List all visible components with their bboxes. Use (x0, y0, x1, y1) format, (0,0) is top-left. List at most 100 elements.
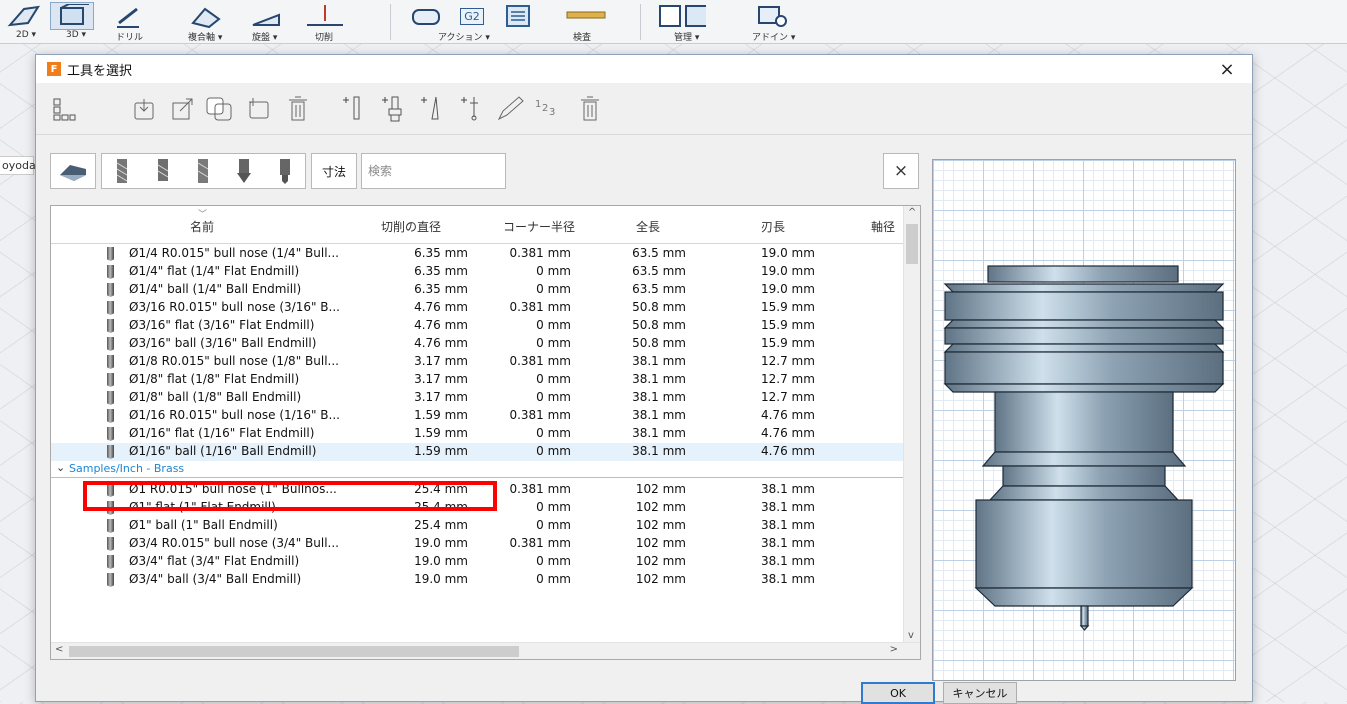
table-row[interactable]: Ø1 R0.015" bull nose (1" Bullnos... 25.4 … (51, 481, 904, 499)
vertical-scrollbar[interactable]: ^ v (903, 206, 920, 643)
search-input[interactable] (361, 153, 506, 189)
ok-button[interactable]: OK (861, 682, 935, 704)
scroll-down-icon[interactable]: v (908, 630, 914, 641)
new-mill-tool-icon[interactable] (336, 91, 372, 127)
new-turning-tool-icon[interactable] (414, 91, 450, 127)
chamfer-mill-icon[interactable] (236, 157, 252, 185)
lathe-icon[interactable] (246, 2, 286, 30)
dialog-titlebar[interactable]: F 工具を選択 × (36, 55, 1252, 83)
table-row[interactable]: Ø1/4" flat (1/4" Flat Endmill) 6.35 mm 0 m… (51, 263, 904, 281)
table-row[interactable]: Ø3/4" flat (3/4" Flat Endmill) 19.0 mm 0 m… (51, 553, 904, 571)
cell-overall: 38.1 mm (632, 426, 686, 440)
addins-icon[interactable] (750, 2, 794, 30)
library-view-icon[interactable] (46, 91, 82, 127)
library-group-row[interactable]: ⌄ Samples/Inch - Brass (51, 461, 904, 478)
column-header-corner-radius[interactable]: コーナー半径 (503, 218, 575, 235)
column-header-name[interactable]: 名前 (190, 218, 214, 235)
cell-name: Ø1/4 R0.015" bull nose (1/4" Bull... (129, 246, 339, 260)
holder-filter-button[interactable] (50, 153, 96, 189)
delete-library-icon[interactable] (280, 91, 316, 127)
ribbon-label-2d[interactable]: 2D ▾ (16, 30, 36, 40)
ribbon-label-cutting[interactable]: 切削 (315, 30, 333, 43)
ribbon-label-addins[interactable]: アドイン ▾ (752, 30, 795, 43)
endmill-icon (107, 427, 114, 441)
delete-tool-icon[interactable] (572, 91, 608, 127)
table-row[interactable]: Ø1/8 R0.015" bull nose (1/8" Bull... 3.17… (51, 353, 904, 371)
cell-corner: 0 mm (536, 518, 571, 532)
bull-nose-endmill-icon[interactable] (195, 157, 211, 185)
drill-tool-icon[interactable] (277, 157, 293, 185)
endmill-icon (107, 337, 114, 351)
table-row[interactable]: Ø3/4" ball (3/4" Ball Endmill) 19.0 mm 0 m… (51, 571, 904, 589)
actions-icon[interactable] (408, 2, 444, 30)
tool-type-filter[interactable] (101, 153, 306, 189)
table-row[interactable]: Ø3/4 R0.015" bull nose (3/4" Bull... 19.0… (51, 535, 904, 553)
table-row[interactable]: Ø1" ball (1" Ball Endmill) 25.4 mm 0 mm 102… (51, 517, 904, 535)
column-header-flute-length[interactable]: 刃長 (761, 218, 785, 235)
2d-icon[interactable] (4, 2, 44, 30)
tool-preview[interactable] (932, 159, 1236, 681)
cell-diameter: 19.0 mm (414, 554, 468, 568)
renumber-icon[interactable]: 123 (530, 91, 566, 127)
export-icon[interactable] (164, 91, 200, 127)
table-rows: Ø1/4 R0.015" bull nose (1/4" Bull... 6.35… (51, 245, 904, 643)
cancel-button[interactable]: キャンセル (943, 682, 1017, 704)
scroll-up-icon[interactable]: ^ (908, 207, 916, 218)
ribbon-label-manage[interactable]: 管理 ▾ (674, 30, 699, 43)
ribbon-label-3d[interactable]: 3D ▾ (66, 30, 86, 40)
dimension-filter-button[interactable]: 寸法 (311, 153, 357, 189)
vertical-scroll-thumb[interactable] (906, 224, 918, 264)
table-row[interactable]: Ø1" flat (1" Flat Endmill) 25.4 mm 0 mm 102… (51, 499, 904, 517)
new-library-icon[interactable] (242, 91, 278, 127)
ribbon-label-actions[interactable]: アクション ▾ (438, 30, 490, 43)
table-row[interactable]: Ø1/16 R0.015" bull nose (1/16" B... 1.59 … (51, 407, 904, 425)
cell-name: Ø3/4" ball (3/4" Ball Endmill) (129, 572, 302, 586)
ribbon-label-multiaxis[interactable]: 複合軸 ▾ (188, 30, 222, 43)
ribbon-label-drill[interactable]: ドリル (116, 30, 143, 43)
table-row[interactable]: Ø3/16" ball (3/16" Ball Endmill) 4.76 mm 0… (51, 335, 904, 353)
list-icon[interactable] (500, 2, 536, 30)
ball-endmill-icon[interactable] (155, 157, 171, 185)
scroll-left-icon[interactable]: < (55, 644, 63, 655)
inspect-icon[interactable] (556, 2, 616, 30)
endmill-icon (107, 519, 114, 533)
new-holder-icon[interactable] (376, 91, 412, 127)
horizontal-scroll-thumb[interactable] (69, 646, 519, 657)
clear-filter-button[interactable]: × (883, 153, 919, 189)
endmill-icon (107, 301, 114, 315)
table-row[interactable]: Ø3/16 R0.015" bull nose (3/16" B... 4.76 … (51, 299, 904, 317)
column-header-overall-length[interactable]: 全長 (636, 218, 660, 235)
cell-corner: 0.381 mm (509, 536, 571, 550)
cell-diameter: 19.0 mm (414, 536, 468, 550)
cutting-icon[interactable] (300, 2, 350, 30)
new-probe-icon[interactable] (454, 91, 490, 127)
collapse-chevron-icon[interactable]: ⌄ (56, 461, 65, 474)
table-row[interactable]: Ø1/16" ball (1/16" Ball Endmill) 1.59 mm 0… (51, 443, 904, 461)
table-row[interactable]: Ø1/4" ball (1/4" Ball Endmill) 6.35 mm 0 m… (51, 281, 904, 299)
import-icon[interactable] (126, 91, 162, 127)
endmill-icon (107, 373, 114, 387)
drill-icon[interactable] (108, 2, 148, 30)
cell-corner: 0.381 mm (509, 482, 571, 496)
3d-icon[interactable] (50, 2, 94, 30)
column-header-shaft-diameter[interactable]: 軸径 (871, 218, 899, 235)
edit-tool-icon[interactable] (492, 91, 528, 127)
column-header-diameter[interactable]: 切削の直径 (381, 218, 441, 235)
manage-icon[interactable] (656, 2, 706, 30)
g2-badge[interactable]: G2 (454, 2, 490, 30)
ribbon-label-inspect[interactable]: 検査 (573, 30, 591, 43)
multiaxis-icon[interactable] (186, 2, 226, 30)
close-button[interactable]: × (1216, 58, 1238, 80)
flat-endmill-icon[interactable] (114, 157, 130, 185)
table-row[interactable]: Ø1/4 R0.015" bull nose (1/4" Bull... 6.35… (51, 245, 904, 263)
copy-library-icon[interactable] (202, 91, 238, 127)
cell-diameter: 4.76 mm (414, 318, 468, 332)
table-row[interactable]: Ø3/16" flat (3/16" Flat Endmill) 4.76 mm 0… (51, 317, 904, 335)
table-row[interactable]: Ø1/8" ball (1/8" Ball Endmill) 3.17 mm 0 m… (51, 389, 904, 407)
ribbon-label-lathe[interactable]: 旋盤 ▾ (252, 30, 277, 43)
horizontal-scrollbar[interactable]: < > (51, 642, 920, 659)
scroll-right-icon[interactable]: > (890, 644, 898, 655)
holder-icon (60, 165, 86, 181)
table-row[interactable]: Ø1/8" flat (1/8" Flat Endmill) 3.17 mm 0 m… (51, 371, 904, 389)
table-row[interactable]: Ø1/16" flat (1/16" Flat Endmill) 1.59 mm 0… (51, 425, 904, 443)
